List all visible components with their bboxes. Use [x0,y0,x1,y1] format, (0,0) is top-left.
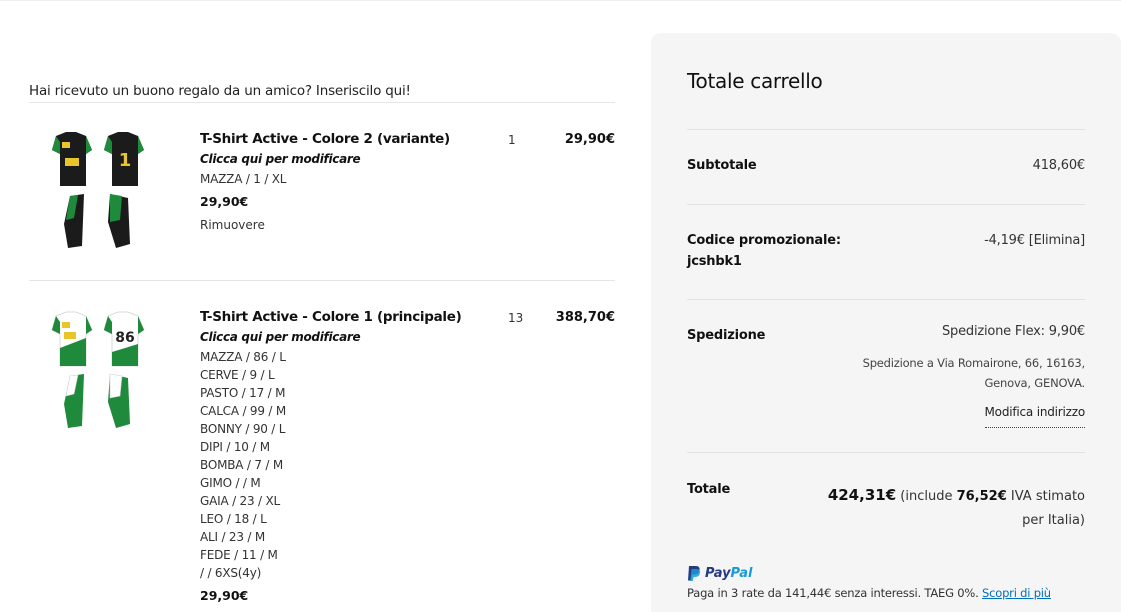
variant: LEO / 18 / L [200,512,267,526]
promo-label: Codice promozionale: [687,233,841,248]
promo-code: jcshbk1 [687,254,742,269]
vat-note: IVA stimato [1010,489,1085,504]
cart-item: T-Shirt Active - Colore 1 (principale) C… [200,309,462,603]
panel-title: Totale carrello [687,69,823,93]
quantity[interactable]: 1 [508,133,516,147]
paypal-brand: Pay [705,566,731,581]
cart-item: T-Shirt Active - Colore 2 (variante) Cli… [200,131,450,232]
shipping-address: Genova, GENOVA. [984,376,1085,390]
unit-price: 29,90€ [200,588,249,603]
variant: CERVE / 9 / L [200,368,275,382]
paypal-logo: PayPal [687,565,752,582]
subtotal-value: 418,60€ [1032,158,1086,173]
paypal-message: Paga in 3 rate da 141,44€ senza interess… [687,586,979,600]
shipping-address: Spedizione a Via Romairone, 66, 16163, [862,356,1086,370]
variant: MAZZA / 1 / XL [200,172,287,186]
unit-price: 29,90€ [200,194,249,209]
divider [29,280,615,281]
variant-list: MAZZA / 1 / XL [200,170,450,188]
variant: FEDE / 11 / M [200,548,278,562]
divider [687,299,1085,300]
variant: BOMBA / 7 / M [200,458,283,472]
total-value: 424,31€ [827,486,897,504]
variant: GAIA / 23 / XL [200,494,280,508]
product-image[interactable]: 1 [48,128,154,252]
variant: PASTO / 17 / M [200,386,286,400]
jersey-front [52,132,92,186]
jersey-front [51,311,93,367]
sleeves [64,194,130,248]
jersey-back: 86 [103,311,145,367]
variant: ALI / 23 / M [200,530,266,544]
promo-value[interactable]: -4,19€ [Elimina] [984,233,1085,248]
paypal-learn-more-link[interactable]: Scopri di più [982,586,1051,600]
item-title[interactable]: T-Shirt Active - Colore 1 (principale) [200,309,462,325]
vat-value: 76,52€ [956,489,1007,504]
subtotal-label: Subtotale [687,158,757,173]
line-total: 388,70€ [555,310,615,325]
item-title[interactable]: T-Shirt Active - Colore 2 (variante) [200,131,450,147]
top-divider [0,0,1121,1]
paypal-icon [688,566,701,581]
edit-item-link[interactable]: Clicca qui per modificare [200,330,461,344]
paypal-brand: Pal [730,566,753,581]
shipping-method[interactable]: Spedizione Flex: 9,90€ [942,324,1085,339]
divider [687,129,1085,130]
total-value-block: 424,31€ (include 76,52€ IVA stimato per … [825,483,1085,533]
modify-address-link[interactable]: Modifica indirizzo [984,405,1085,428]
variant: / / 6XS(4y) [200,566,262,580]
jersey-back: 1 [104,132,144,186]
variant: DIPI / 10 / M [200,440,270,454]
line-total: 29,90€ [564,132,615,147]
paypal-installments-message: Paga in 3 rate da 141,44€ senza interess… [687,586,1051,600]
vat-note: per Italia) [1022,513,1085,528]
total-label: Totale [687,482,731,497]
variant: BONNY / 90 / L [200,422,286,436]
variant: GIMO / / M [200,476,261,490]
quantity[interactable]: 13 [508,311,523,325]
divider [687,452,1085,453]
svg-text:1: 1 [119,150,132,171]
product-image[interactable]: 86 [48,308,154,432]
divider [687,204,1085,205]
edit-item-link[interactable]: Clicca qui per modificare [200,152,450,166]
shipping-label: Spedizione [687,328,766,343]
svg-text:86: 86 [115,330,134,346]
remove-item-link[interactable]: Rimuovere [200,218,450,232]
cart-totals-panel: Totale carrello Subtotale 418,60€ Codice… [651,33,1121,612]
total-note: (include [900,489,953,504]
gift-card-prompt[interactable]: Hai ricevuto un buono regalo da un amico… [29,83,411,99]
sleeves [64,373,130,428]
divider [29,102,615,103]
variant-list: MAZZA / 86 / L CERVE / 9 / L PASTO / 17 … [200,348,461,582]
variant: CALCA / 99 / M [200,404,287,418]
variant: MAZZA / 86 / L [200,350,286,364]
